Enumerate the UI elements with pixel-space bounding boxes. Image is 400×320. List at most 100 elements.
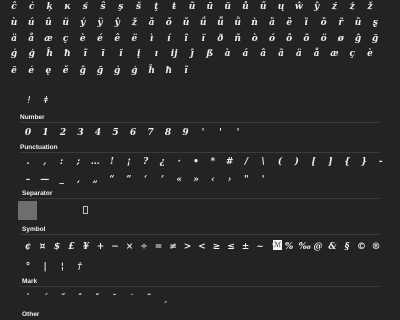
glyph-cell[interactable]: ų [276,0,286,14]
glyph-cell[interactable]: ǃ [24,94,34,108]
glyph-cell[interactable]: å [26,32,36,46]
glyph-cell[interactable]: ĵ [187,47,197,61]
glyph-cell[interactable]: ş [116,0,126,14]
glyph-cell[interactable]: ‚ [73,173,83,187]
glyph-cell[interactable]: 2 [58,126,68,140]
glyph-cell[interactable]: ñ [233,32,243,46]
glyph-cell[interactable]: _ [57,173,67,187]
glyph-cell[interactable]: ° [23,260,33,274]
glyph-cell[interactable]: ´ [40,292,50,306]
glyph-cell[interactable]: ¥ [81,240,91,254]
glyph-cell[interactable]: ] [325,155,335,169]
glyph-cell[interactable]: ǒ [164,16,174,30]
glyph-cell[interactable]: ð [215,32,225,46]
glyph-cell[interactable]: ů [240,0,250,14]
glyph-cell[interactable]: è [365,47,375,61]
glyph-cell[interactable]: £ [67,240,77,254]
glyph-cell[interactable]: ś [80,0,90,14]
glyph-cell[interactable]: ® [371,240,381,254]
glyph-cell[interactable]: 1 [41,126,51,140]
glyph-cell[interactable]: { [342,155,352,169]
glyph-cell[interactable]: ¤ [38,240,48,254]
glyph-cell[interactable]: ä [294,47,304,61]
glyph-cell[interactable]: à [223,47,233,61]
glyph-cell[interactable]: ' [233,126,243,140]
glyph-cell[interactable]: ǂ [41,94,51,108]
glyph-cell[interactable]: ĥ [147,64,157,78]
glyph-cell[interactable]: ȁ [267,16,277,30]
glyph-cell[interactable]: ‰ [299,240,311,254]
selected-symbol-glyph[interactable]: ℳ [273,240,282,250]
glyph-cell[interactable]: ź [329,0,339,14]
glyph-cell[interactable]: + [96,240,106,254]
glyph-cell[interactable]: ğ [95,64,105,78]
glyph-cell[interactable]: ø [336,32,346,46]
glyph-cell[interactable]: ÿ [95,16,105,30]
glyph-cell[interactable]: ȿ [370,16,380,30]
glyph-cell[interactable]: ħ [62,47,72,61]
glyph-cell[interactable]: ò [250,32,260,46]
glyph-cell[interactable]: ȉ [301,16,311,30]
glyph-cell[interactable]: ó [267,32,277,46]
glyph-cell[interactable]: ß [205,47,215,61]
glyph-cell[interactable]: > [183,240,193,254]
glyph-cell[interactable]: ! [107,155,117,169]
glyph-cell[interactable]: í [164,32,174,46]
glyph-cell[interactable]: ı [151,47,161,61]
glyph-cell[interactable]: ĕ [9,64,19,78]
glyph-cell[interactable]: á [240,47,250,61]
glyph-cell[interactable]: ĩ [181,64,191,78]
glyph-cell[interactable]: î [181,32,191,46]
glyph-cell[interactable]: ù [9,16,19,30]
glyph-cell[interactable]: ċ [27,0,37,14]
glyph-cell[interactable]: ű [258,0,268,14]
glyph-cell[interactable]: æ [43,32,53,46]
glyph-cell[interactable]: ç [347,47,357,61]
glyph-cell[interactable]: – [23,173,33,187]
glyph-cell[interactable]: ǜ [233,16,243,30]
glyph-cell[interactable]: ˝ [57,292,67,306]
glyph-cell[interactable]: ’ [157,173,167,187]
glyph-cell[interactable]: “ [107,173,117,187]
glyph-cell[interactable]: ĩ [80,47,90,61]
glyph-cell[interactable]: ĭ [116,47,126,61]
glyph-cell[interactable]: ħ [164,64,174,78]
glyph-cell[interactable]: ū [205,0,215,14]
glyph-cell[interactable]: 5 [111,126,121,140]
glyph-cell[interactable]: ö [319,32,329,46]
glyph-cell[interactable]: ģ [129,64,139,78]
glyph-cell[interactable]: ğ [370,32,380,46]
glyph-cell[interactable]: ǔ [181,16,191,30]
glyph-cell[interactable]: ě [61,64,71,78]
glyph-cell[interactable]: … [90,155,100,169]
glyph-cell[interactable]: @ [313,240,323,254]
glyph-cell[interactable]: ' [198,126,208,140]
glyph-cell[interactable]: ė [26,64,36,78]
glyph-cell[interactable]: 4 [93,126,103,140]
glyph-cell[interactable]: • [191,155,201,169]
glyph-cell[interactable]: ˙ [126,292,136,306]
glyph-cell[interactable]: ĳ [169,47,179,61]
glyph-cell[interactable]: ± [241,240,251,254]
glyph-cell[interactable]: ĝ [78,64,88,78]
glyph-cell[interactable]: ≤ [226,240,236,254]
glyph-cell[interactable]: ˜ [143,292,153,306]
glyph-cell[interactable]: × [125,240,135,254]
glyph-cell[interactable]: ‹ [208,173,218,187]
glyph-cell[interactable]: § [342,240,352,254]
glyph-cell[interactable]: < [197,240,207,254]
glyph-cell[interactable]: ¿ [157,155,167,169]
glyph-cell[interactable]: ˇ [92,292,102,306]
glyph-cell[interactable]: ÷ [139,240,149,254]
glyph-cell[interactable]: â [258,47,268,61]
separator-space-swatch[interactable] [18,201,37,220]
glyph-cell[interactable]: | [40,260,50,274]
glyph-cell[interactable]: ķ [45,0,55,14]
glyph-cell[interactable]: © [357,240,367,254]
glyph-cell[interactable]: ? [141,155,151,169]
glyph-cell[interactable]: & [328,240,338,254]
glyph-cell[interactable]: 8 [163,126,173,140]
glyph-cell[interactable]: − [110,240,120,254]
glyph-cell[interactable]: ȕ [353,16,363,30]
glyph-cell[interactable]: š [134,0,144,14]
